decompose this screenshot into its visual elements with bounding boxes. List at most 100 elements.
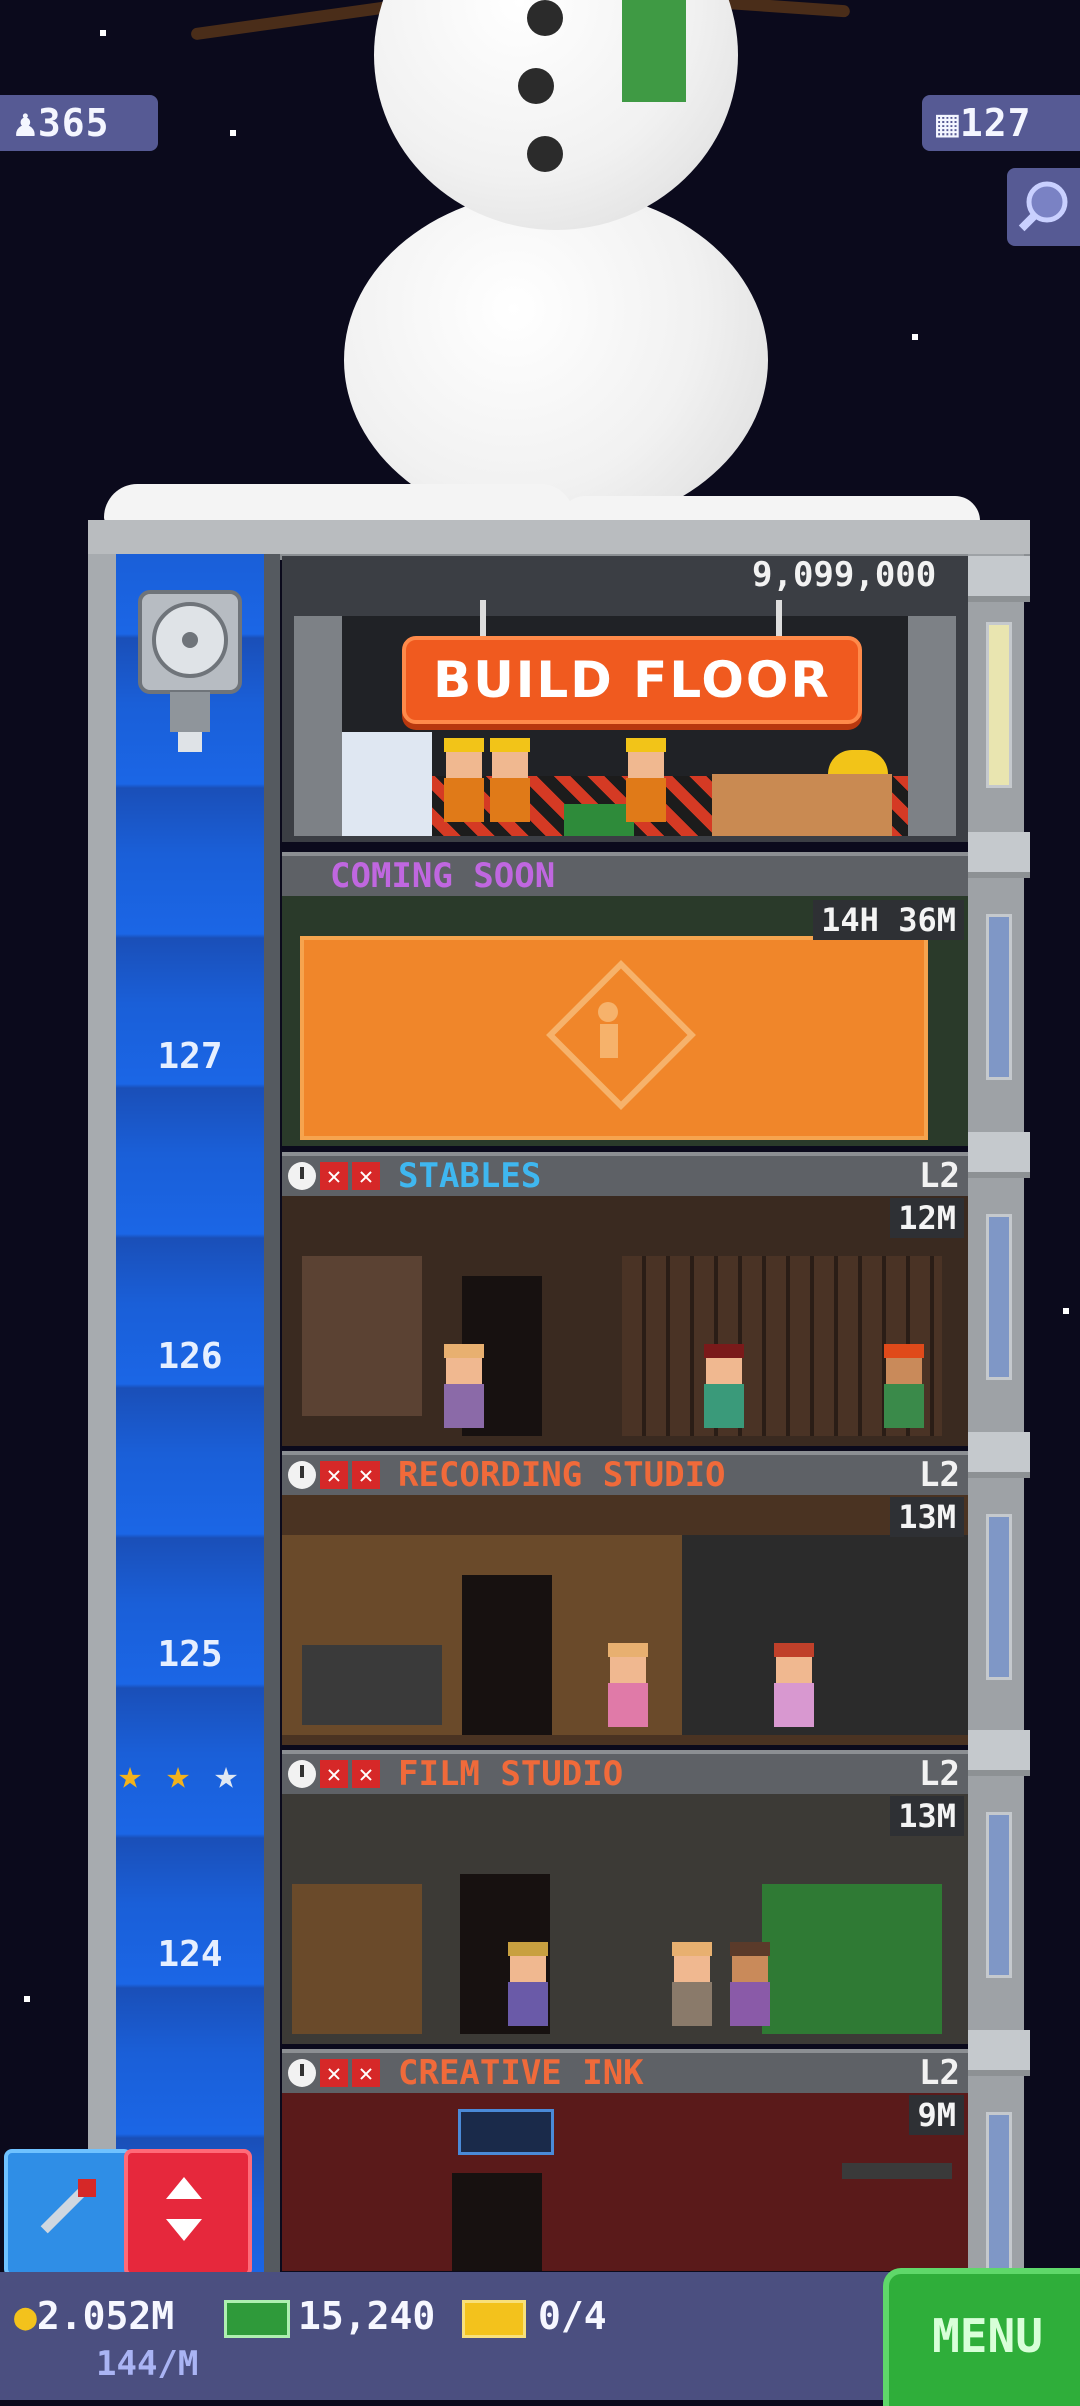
- restock-timer: 13M: [890, 1796, 964, 1836]
- tower-ledge: [968, 1730, 1030, 1776]
- floor-level: L2: [919, 1455, 960, 1495]
- empty-stock-icon: ✕: [352, 1461, 380, 1489]
- elevator-rating: ★ ★ ★: [118, 1752, 266, 1798]
- magnifier-icon: [1018, 181, 1068, 232]
- floor-bar-creative-ink[interactable]: ✕ ✕ CREATIVE INK L2: [282, 2049, 968, 2093]
- recording-booth: [682, 1535, 968, 1735]
- floor-bar-stables[interactable]: ✕ ✕ STABLES L2: [282, 1152, 968, 1196]
- tower-window: [986, 1514, 1012, 1680]
- empty-stock-icon: ✕: [352, 1760, 380, 1788]
- empty-stock-icon: ✕: [352, 2059, 380, 2087]
- tower-window: [986, 2112, 1012, 2278]
- tower-ledge: [968, 556, 1030, 602]
- restock-timer: 12M: [890, 1198, 964, 1238]
- star-decoration: [230, 130, 236, 136]
- tickets-stat[interactable]: 0/4: [462, 2294, 607, 2338]
- floor-name: STABLES: [398, 1156, 542, 1196]
- floor-level: L2: [919, 2053, 960, 2093]
- lumber-pile: [712, 774, 892, 836]
- construction-timer: 14H 36M: [813, 900, 964, 940]
- star-empty-icon: ★: [214, 1752, 239, 1798]
- snowman-body: [344, 190, 768, 530]
- floor-creative-ink[interactable]: 9M: [282, 2093, 968, 2271]
- snowman-button: [518, 68, 554, 104]
- snowman-scarf: [622, 0, 686, 102]
- restock-timer: 9M: [909, 2095, 964, 2135]
- resident[interactable]: [606, 1643, 650, 1727]
- rebuild-button[interactable]: [4, 2149, 132, 2277]
- clock-icon: [288, 1760, 316, 1788]
- elevator-control-button[interactable]: [124, 2149, 252, 2277]
- clock-icon: [288, 2059, 316, 2087]
- coins-stat[interactable]: ●2.052M: [14, 2294, 174, 2338]
- star-filled-icon: ★: [118, 1752, 143, 1798]
- resident[interactable]: [670, 1942, 714, 2026]
- up-down-arrows-icon: [166, 2177, 202, 2241]
- income-rate: 144/M: [96, 2344, 199, 2384]
- clock-icon: [288, 1461, 316, 1489]
- tower-window: [986, 622, 1012, 788]
- elevator-car[interactable]: [130, 572, 250, 762]
- resident[interactable]: [442, 1344, 486, 1428]
- empty-stock-icon: ✕: [320, 2059, 348, 2087]
- doorway: [452, 2173, 542, 2271]
- floor-recording-studio[interactable]: 13M: [282, 1495, 968, 1745]
- star-decoration: [24, 1996, 30, 2002]
- zoom-button[interactable]: [1007, 168, 1080, 246]
- coming-soon-bar: COMING SOON: [282, 852, 968, 896]
- floor-name: RECORDING STUDIO: [398, 1455, 726, 1495]
- sign-wire: [776, 600, 782, 636]
- star-decoration: [100, 30, 106, 36]
- resident[interactable]: [772, 1643, 816, 1727]
- tower-ledge: [968, 832, 1030, 878]
- floor-bar-recording-studio[interactable]: ✕ ✕ RECORDING STUDIO L2: [282, 1451, 968, 1495]
- star-filled-icon: ★: [166, 1752, 191, 1798]
- floor-number: 124: [157, 1934, 223, 1975]
- elevator-shaft[interactable]: [116, 554, 264, 2274]
- resident[interactable]: [728, 1942, 772, 2026]
- floor-number: 127: [157, 1036, 223, 1077]
- resident[interactable]: [702, 1344, 746, 1428]
- shelf: [302, 1256, 422, 1416]
- tower-right-wall: [968, 554, 1024, 2274]
- build-floor-button[interactable]: BUILD FLOOR: [402, 636, 862, 724]
- empty-stock-icon: ✕: [320, 1461, 348, 1489]
- floor-bar-film-studio[interactable]: ✕ ✕ FILM STUDIO L2: [282, 1750, 968, 1794]
- ticket-icon: [462, 2299, 526, 2338]
- floor-level: L2: [919, 1156, 960, 1196]
- bux-stat[interactable]: 15,240: [224, 2294, 435, 2338]
- bux-icon: [224, 2299, 290, 2338]
- population-counter[interactable]: ♟365: [0, 95, 158, 151]
- floor-stables[interactable]: 12M: [282, 1196, 968, 1446]
- film-door: [292, 1884, 422, 2034]
- green-screen: [762, 1884, 942, 2034]
- coin-icon: ●: [14, 2294, 37, 2338]
- menu-button[interactable]: MENU: [883, 2268, 1080, 2406]
- wrench-icon: [40, 2179, 96, 2234]
- floor-counter[interactable]: ▦127: [922, 95, 1080, 151]
- floor-film-studio[interactable]: 13M: [282, 1794, 968, 2044]
- tower-left-wall: [88, 554, 116, 2274]
- resident[interactable]: [882, 1344, 926, 1428]
- construction-worker: [488, 738, 532, 822]
- tower-window: [986, 1812, 1012, 1978]
- ink-sign: [458, 2109, 554, 2155]
- ink-shelf: [842, 2163, 952, 2179]
- tower-window: [986, 914, 1012, 1080]
- empty-stock-icon: ✕: [352, 1162, 380, 1190]
- empty-stock-icon: ✕: [320, 1760, 348, 1788]
- floor-name: FILM STUDIO: [398, 1754, 624, 1794]
- resident[interactable]: [506, 1942, 550, 2026]
- sign-wire: [480, 600, 486, 636]
- tower-ledge: [968, 1432, 1030, 1478]
- mixing-desk: [302, 1645, 442, 1725]
- construction-floor[interactable]: 14H 36M: [282, 896, 968, 1146]
- star-decoration: [912, 334, 918, 340]
- person-icon: ♟: [14, 101, 38, 145]
- rooftop-snow: [104, 484, 574, 524]
- empty-stock-icon: ✕: [320, 1162, 348, 1190]
- elevator-rail: [264, 554, 280, 2274]
- floor-number: 125: [157, 1634, 223, 1675]
- tower-window: [986, 1214, 1012, 1380]
- snowman-button: [527, 0, 563, 36]
